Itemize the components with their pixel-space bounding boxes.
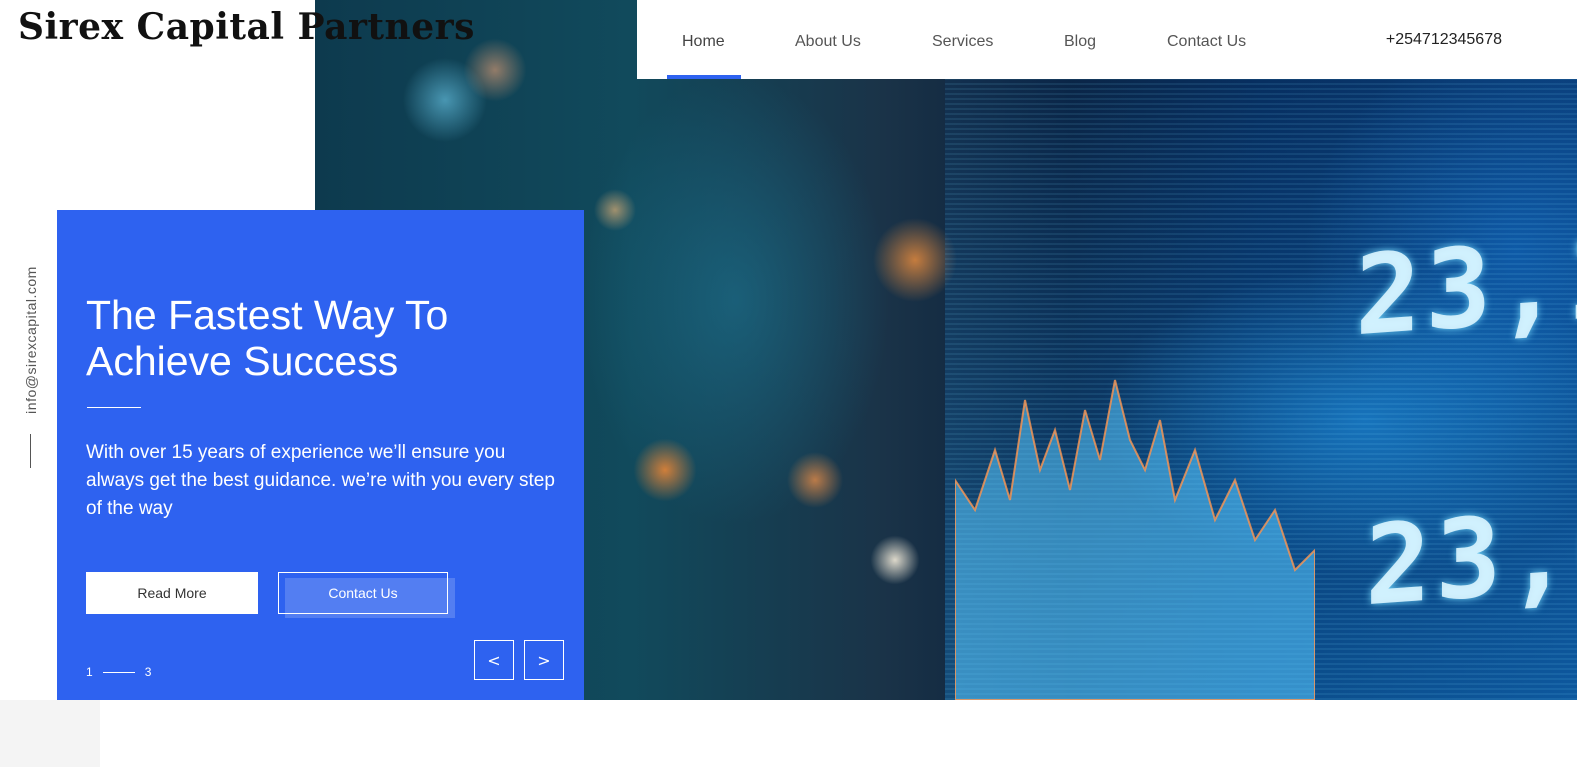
site-logo[interactable]: Sirex Capital Partners — [18, 6, 475, 48]
slider-prev-button[interactable]: < — [474, 640, 514, 680]
nav-services[interactable]: Services — [932, 0, 993, 79]
slide-total-number: 3 — [144, 665, 152, 679]
nav-blog[interactable]: Blog — [1064, 0, 1096, 79]
nav-contact-us[interactable]: Contact Us — [1167, 0, 1246, 79]
slide-current-number: 1 — [86, 665, 93, 679]
slide-progress-line — [102, 671, 135, 673]
ticker-number-top: 23,10 — [1355, 207, 1577, 361]
hero-title: The Fastest Way To Achieve Success — [86, 292, 449, 384]
hero-divider — [87, 407, 141, 408]
bottom-gray-block — [0, 700, 100, 767]
side-divider-line — [30, 434, 31, 468]
main-navbar: Home About Us Services Blog Contact Us +… — [637, 0, 1577, 79]
slider-next-button[interactable]: > — [524, 640, 564, 680]
chevron-right-icon: > — [537, 650, 551, 670]
hero-description: With over 15 years of experience we’ll e… — [86, 442, 555, 519]
stock-chart-graphic — [955, 379, 1315, 700]
contact-us-button[interactable]: Contact Us — [278, 572, 448, 614]
nav-about-us[interactable]: About Us — [795, 0, 861, 79]
ticker-number-bottom: 23,05 — [1365, 477, 1577, 631]
side-email-link[interactable]: info@sirexcapital.com — [23, 266, 39, 414]
slide-counter: 1 3 — [86, 665, 151, 679]
chevron-left-icon: < — [487, 650, 501, 670]
read-more-button[interactable]: Read More — [86, 572, 258, 614]
phone-number-link[interactable]: +254712345678 — [1386, 0, 1502, 80]
nav-home[interactable]: Home — [682, 0, 725, 79]
hero-card: The Fastest Way To Achieve Success With … — [57, 210, 584, 700]
nav-active-indicator — [667, 75, 741, 79]
